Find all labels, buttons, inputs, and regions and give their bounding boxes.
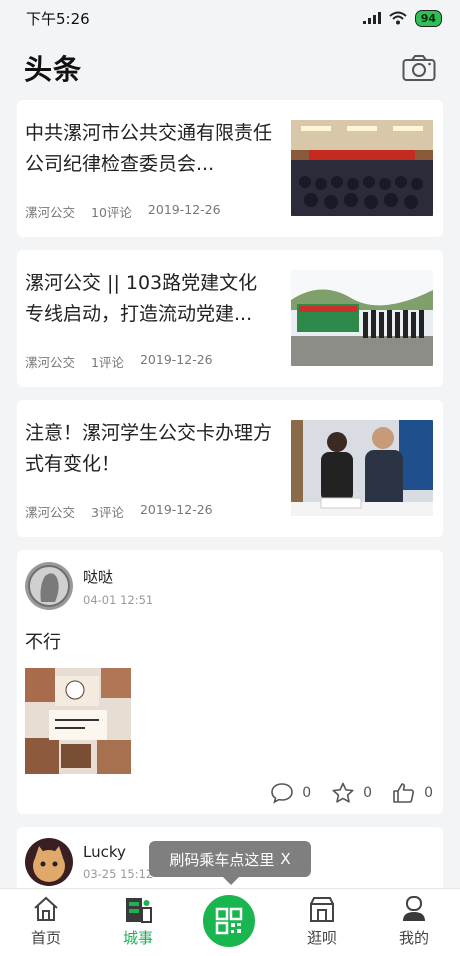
news-meta: 漯河公交 1评论 2019-12-26 xyxy=(25,352,275,371)
news-item[interactable]: 中共漯河市公共交通有限责任公司纪律检查委员会... 漯河公交 10评论 2019… xyxy=(17,100,443,237)
news-title: 注意！漯河学生公交卡办理方式有变化！ xyxy=(25,422,273,475)
news-comments: 1评论 xyxy=(91,355,124,370)
avatar[interactable] xyxy=(25,838,73,886)
news-title: 中共漯河市公共交通有限责任公司纪律检查委员会... xyxy=(25,122,273,175)
tab-label: 我的 xyxy=(398,929,429,947)
comment-count: 0 xyxy=(302,785,312,801)
status-time: 下午5:26 xyxy=(26,9,90,28)
camera-icon xyxy=(402,55,436,81)
tooltip-close-button[interactable]: X xyxy=(280,850,290,868)
user-post[interactable]: 哒哒 04-01 12:51 不行 0 0 0 xyxy=(17,550,443,814)
signal-icon xyxy=(362,12,381,24)
news-source: 漯河公交 xyxy=(25,355,76,370)
news-item[interactable]: 注意！漯河学生公交卡办理方式有变化！ 漯河公交 3评论 2019-12-26 xyxy=(17,400,443,537)
avatar[interactable] xyxy=(25,562,73,610)
qr-scan-button[interactable] xyxy=(200,892,258,950)
page-header: 头条 xyxy=(0,36,460,100)
news-thumbnail xyxy=(291,270,433,366)
post-username[interactable]: 哒哒 xyxy=(83,566,153,587)
news-date: 2019-12-26 xyxy=(147,202,221,217)
post-time: 03-25 15:12 xyxy=(83,867,154,881)
favorite-button[interactable]: 0 xyxy=(331,782,372,804)
tab-label: 城事 xyxy=(122,929,153,947)
news-thumbnail xyxy=(291,420,433,516)
post-time: 04-01 12:51 xyxy=(83,592,154,607)
news-thumbnail xyxy=(291,120,433,216)
post-text: 不行 xyxy=(25,632,61,653)
post-actions: 0 0 0 xyxy=(270,782,433,804)
wifi-icon xyxy=(389,11,407,25)
post-image[interactable] xyxy=(25,668,131,774)
scan-tooltip[interactable]: 刷码乘车点这里 X xyxy=(149,841,311,885)
news-source: 漯河公交 xyxy=(25,505,76,520)
news-meta: 漯河公交 3评论 2019-12-26 xyxy=(25,502,275,521)
city-icon xyxy=(126,898,152,923)
profile-icon xyxy=(403,896,425,921)
status-bar: 下午5:26 94 xyxy=(0,0,460,36)
comment-icon xyxy=(271,783,294,804)
tab-label: 逛呗 xyxy=(306,929,337,947)
battery-indicator: 94 xyxy=(414,9,442,27)
thumbs-up-icon xyxy=(393,783,415,803)
page-title: 头条 xyxy=(24,53,83,86)
tab-home[interactable]: 首页 xyxy=(0,889,92,956)
news-source: 漯河公交 xyxy=(25,205,76,220)
news-comments: 3评论 xyxy=(91,505,124,520)
news-comments: 10评论 xyxy=(91,205,132,220)
news-item[interactable]: 漯河公交 || 103路党建文化专线启动，打造流动党建... 漯河公交 1评论 … xyxy=(17,250,443,387)
camera-button[interactable] xyxy=(402,54,436,82)
news-meta: 漯河公交 10评论 2019-12-26 xyxy=(25,202,275,221)
status-icons: 94 xyxy=(362,9,442,27)
tab-city[interactable]: 城事 xyxy=(92,889,184,956)
star-icon xyxy=(332,782,354,803)
home-icon xyxy=(34,896,58,921)
qr-scan-icon xyxy=(215,907,243,935)
news-date: 2019-12-26 xyxy=(139,352,213,367)
post-username[interactable]: Lucky xyxy=(83,843,153,861)
tab-profile[interactable]: 我的 xyxy=(368,889,460,956)
favorite-count: 0 xyxy=(363,785,373,801)
news-title: 漯河公交 || 103路党建文化专线启动，打造流动党建... xyxy=(25,272,258,325)
tab-label: 首页 xyxy=(30,929,61,947)
comment-button[interactable]: 0 xyxy=(270,782,311,804)
news-feed: 中共漯河市公共交通有限责任公司纪律检查委员会... 漯河公交 10评论 2019… xyxy=(17,100,443,910)
like-button[interactable]: 0 xyxy=(392,782,433,804)
like-count: 0 xyxy=(424,785,433,801)
shop-icon xyxy=(310,897,334,922)
tab-shop[interactable]: 逛呗 xyxy=(276,889,368,956)
news-date: 2019-12-26 xyxy=(139,502,213,517)
tooltip-text: 刷码乘车点这里 xyxy=(169,850,275,869)
